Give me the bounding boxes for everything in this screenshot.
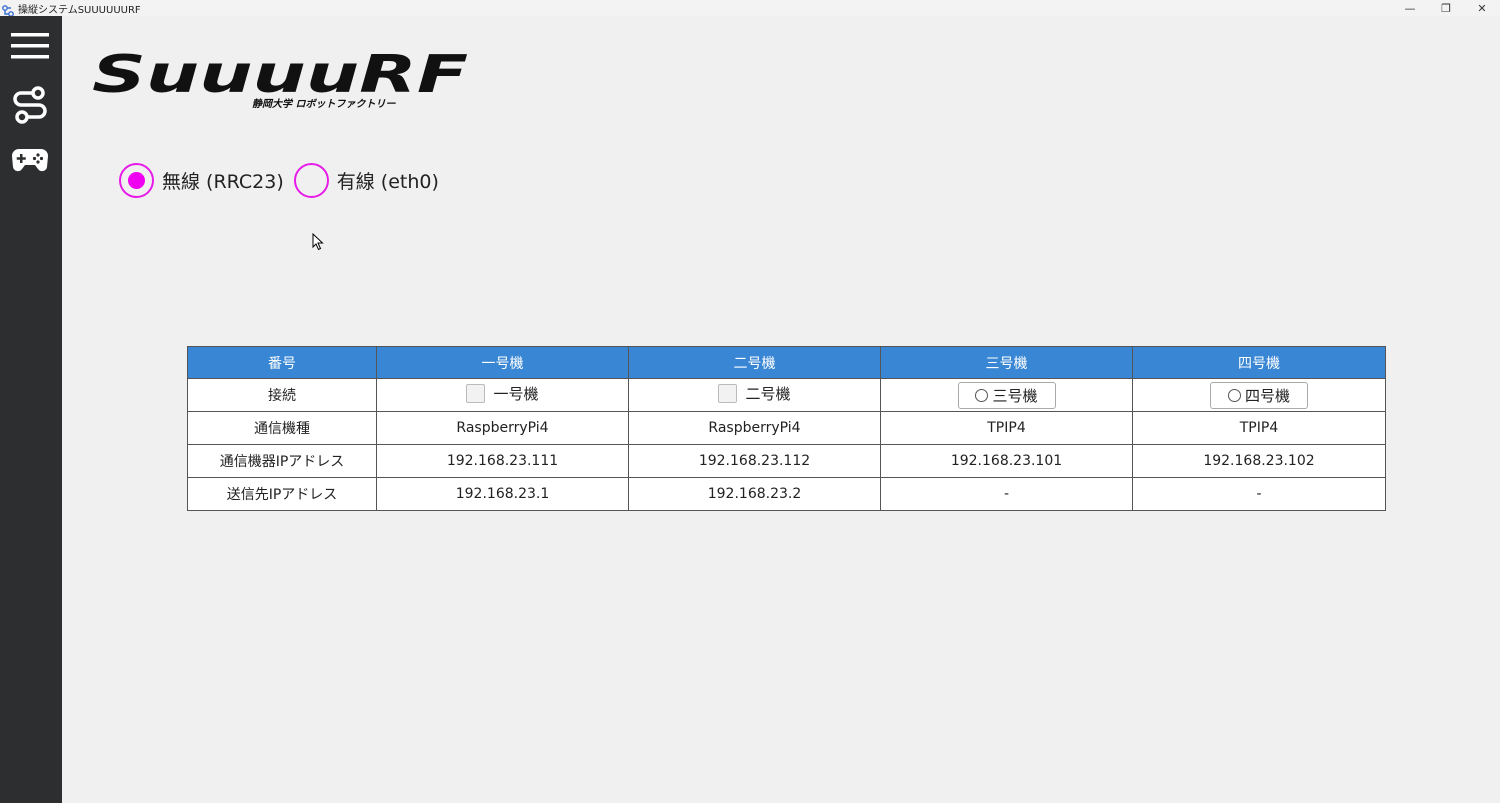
unit1-connect-checkbox[interactable]: 一号機	[466, 383, 539, 404]
unit2-connect-checkbox[interactable]: 二号機	[718, 383, 791, 404]
app-icon	[2, 2, 14, 17]
radio-ring-icon	[1227, 388, 1241, 402]
gamepad-icon	[11, 147, 49, 179]
svg-text:SuuuuRF: SuuuuRF	[92, 50, 468, 105]
table-header-row: 番号 一号機 二号機 三号機 四号機	[187, 346, 1386, 379]
column-header: 番号	[187, 346, 377, 379]
column-header: 三号機	[880, 346, 1133, 379]
row-label: 送信先IPアドレス	[187, 477, 377, 511]
table-cell: 192.168.23.112	[628, 444, 881, 478]
table-cell: -	[880, 477, 1133, 511]
row-label: 通信機種	[187, 411, 377, 445]
window-title: 操縦システムSUUUUUURF	[18, 4, 141, 16]
network-mode-radio-group: 無線 (RRC23) 有線 (eth0)	[119, 163, 449, 198]
device-table: 番号 一号機 二号機 三号機 四号機 接続 一号機 二号機 三号機 四号機 通信…	[187, 346, 1386, 511]
row-label: 接続	[187, 378, 377, 412]
table-row-connection: 接続 一号機 二号機 三号機 四号機	[187, 378, 1386, 412]
radio-ring-icon	[975, 388, 989, 402]
table-cell: 192.168.23.102	[1132, 444, 1386, 478]
wired-radio-label: 有線 (eth0)	[336, 171, 439, 193]
route-icon	[11, 86, 49, 128]
radio-selected-indicator[interactable]	[119, 163, 154, 198]
minimize-button[interactable]: —	[1392, 0, 1428, 16]
table-cell: TPIP4	[880, 411, 1133, 445]
table-cell: 192.168.23.2	[628, 477, 881, 511]
column-header: 二号機	[628, 346, 881, 379]
menu-button[interactable]	[10, 28, 50, 68]
checkbox-label: 一号機	[493, 385, 539, 403]
row-label: 通信機器IPアドレス	[187, 444, 377, 478]
table-cell: 192.168.23.111	[376, 444, 629, 478]
column-header: 四号機	[1132, 346, 1386, 379]
table-cell: -	[1132, 477, 1386, 511]
table-row-device-ip: 通信機器IPアドレス 192.168.23.111 192.168.23.112…	[187, 444, 1386, 478]
column-header: 一号機	[376, 346, 629, 379]
table-row-destination-ip: 送信先IPアドレス 192.168.23.1 192.168.23.2 - -	[187, 477, 1386, 511]
wired-radio[interactable]: 有線 (eth0)	[293, 163, 439, 198]
wireless-radio[interactable]: 無線 (RRC23)	[119, 163, 284, 198]
controller-button[interactable]	[10, 143, 50, 183]
connection-button[interactable]	[10, 86, 50, 128]
sidebar	[0, 16, 62, 803]
mouse-cursor-icon	[312, 232, 324, 255]
close-button[interactable]: ✕	[1464, 0, 1500, 16]
table-cell: 192.168.23.1	[376, 477, 629, 511]
table-row-device-type: 通信機種 RaspberryPi4 RaspberryPi4 TPIP4 TPI…	[187, 411, 1386, 445]
unit3-connect-button[interactable]: 三号機	[957, 381, 1056, 409]
table-cell: RaspberryPi4	[628, 411, 881, 445]
suuurf-logo: SuuuuRF 静岡大学 ロボットファクトリー	[92, 45, 472, 112]
restore-button[interactable]: ❐	[1428, 0, 1464, 16]
unit4-connect-button[interactable]: 四号機	[1210, 381, 1308, 409]
button-label: 三号機	[992, 386, 1038, 405]
title-bar: 操縦システムSUUUUUURF — ❐ ✕	[0, 0, 1500, 17]
radio-unselected-indicator[interactable]	[293, 163, 329, 198]
svg-text:静岡大学 ロボットファクトリー: 静岡大学 ロボットファクトリー	[252, 98, 396, 110]
wireless-radio-label: 無線 (RRC23)	[162, 171, 284, 193]
table-cell: TPIP4	[1132, 411, 1386, 445]
hamburger-menu-icon	[11, 31, 49, 65]
table-cell: 192.168.23.101	[880, 444, 1133, 478]
button-label: 四号機	[1244, 386, 1290, 405]
checkbox-label: 二号機	[745, 385, 791, 403]
table-cell: RaspberryPi4	[376, 411, 629, 445]
